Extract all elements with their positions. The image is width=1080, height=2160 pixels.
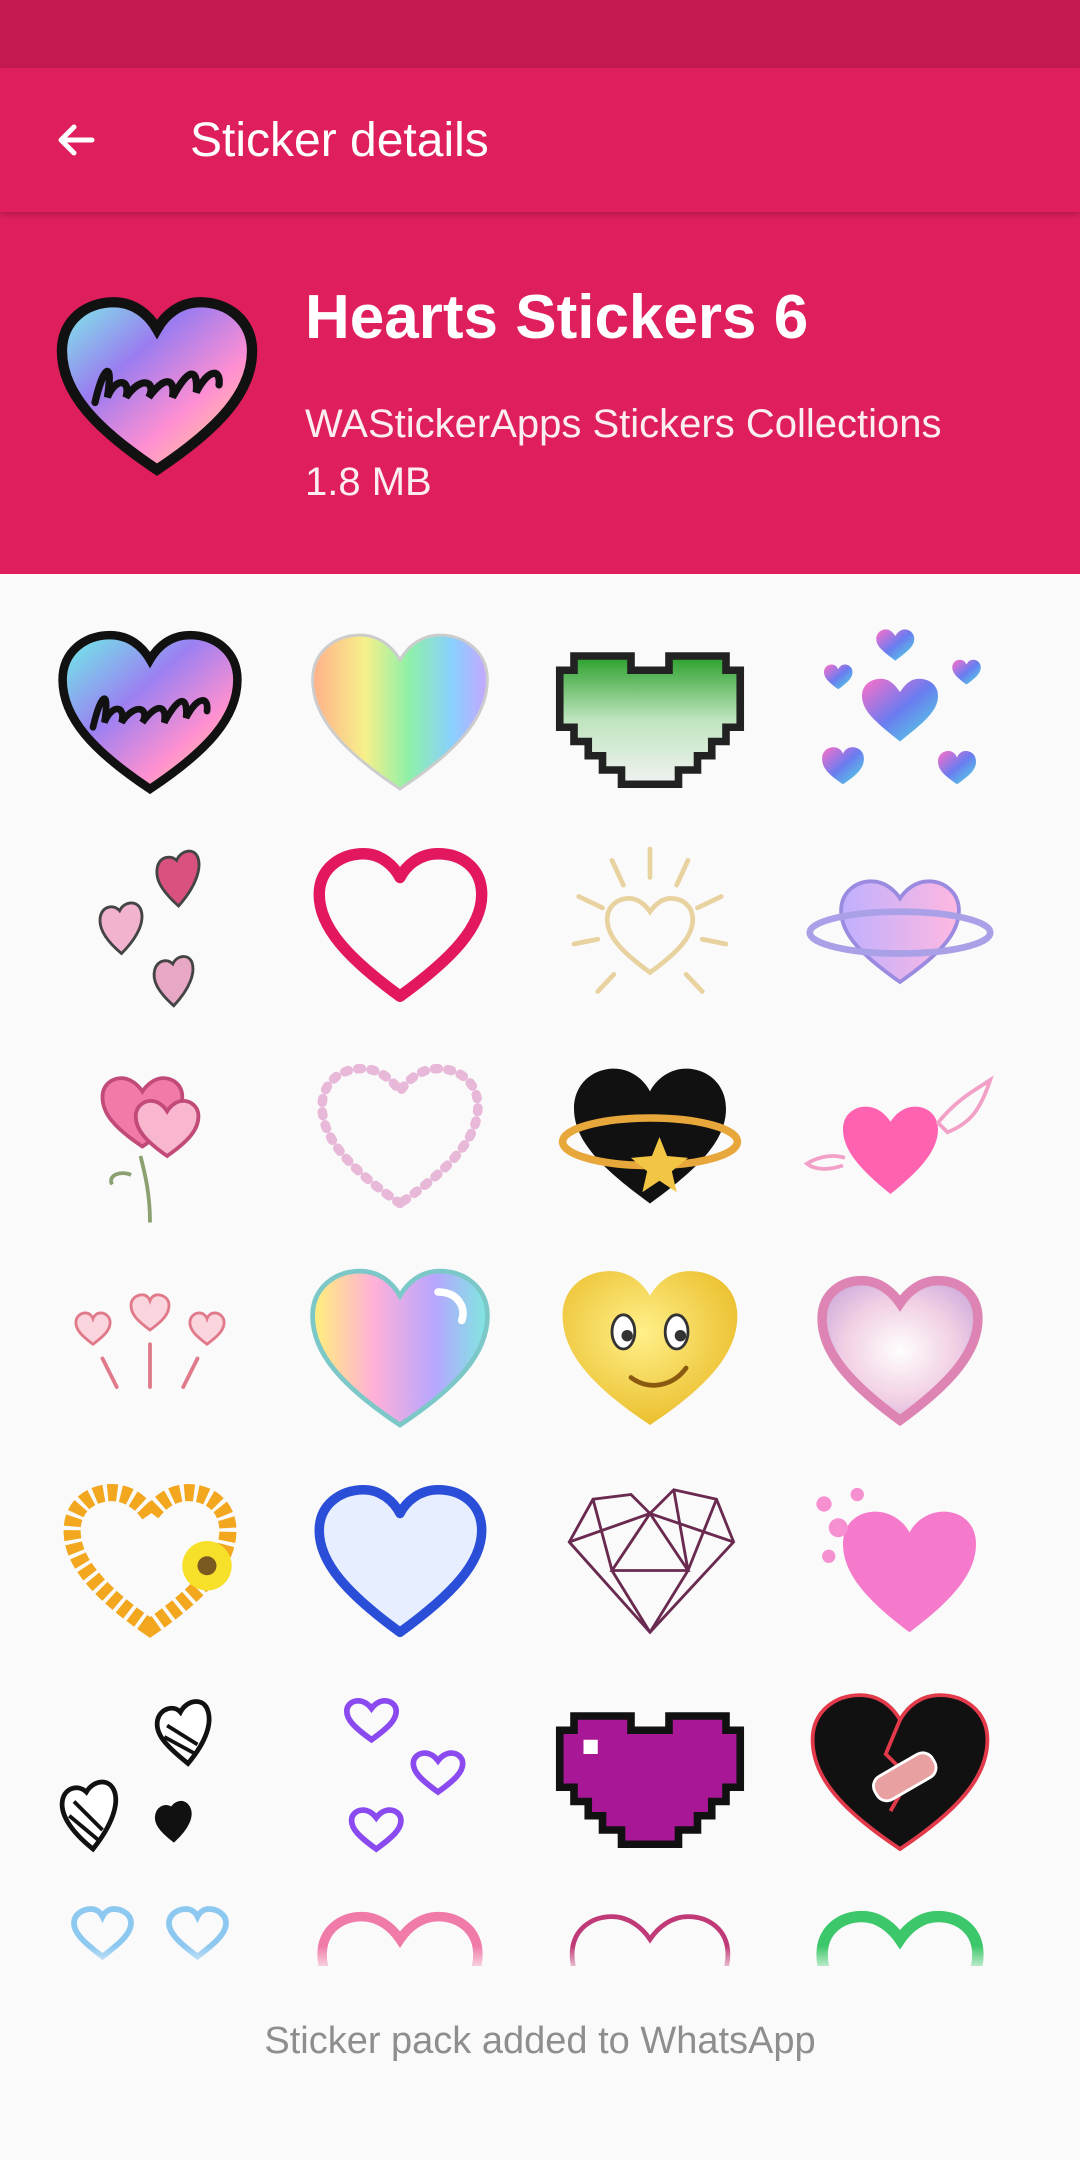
sticker-many-hearts[interactable]: [805, 1466, 995, 1656]
sticker-glitter-hearts[interactable]: [55, 830, 245, 1020]
sticker-smoke-heart[interactable]: [805, 1254, 995, 1444]
pack-name: Hearts Stickers 6: [305, 283, 809, 352]
sticker-galaxy-hearts[interactable]: [805, 618, 995, 808]
pack-publisher: WAStickerApps Stickers Collections: [305, 402, 942, 446]
sticker-sunflower-heart[interactable]: [55, 1466, 245, 1656]
sticker-scribble-hearts[interactable]: [55, 1678, 245, 1868]
arrow-back-icon: [58, 124, 95, 156]
sticker-winged-heart[interactable]: [803, 1042, 995, 1232]
sticker-planet-heart[interactable]: [805, 830, 995, 1020]
back-button[interactable]: [40, 104, 112, 176]
sticker-green-pixel-heart[interactable]: [555, 618, 745, 808]
sticker-dotted-heart[interactable]: [305, 1042, 495, 1232]
pack-header: Hearts Stickers 6 WAStickerApps Stickers…: [0, 212, 1080, 574]
sticker-outline-heart[interactable]: [305, 830, 495, 1020]
sticker-neon-purple-hearts[interactable]: [305, 1678, 495, 1868]
sticker-three-hearts[interactable]: [55, 1254, 245, 1444]
pack-added-status: Sticker pack added to WhatsApp: [264, 2020, 816, 2062]
sticker-black-heart-star[interactable]: [555, 1042, 745, 1232]
sticker-grid: [0, 618, 1080, 1966]
sticker-smiling-heart[interactable]: [555, 1254, 745, 1444]
sticker-heart-balloons[interactable]: [55, 1042, 245, 1232]
pack-tray-icon: [52, 294, 262, 480]
sticker-rainbow-heart[interactable]: [305, 618, 495, 808]
sticker-shining-heart[interactable]: [555, 830, 745, 1020]
sticker-magenta-pixel-heart[interactable]: [555, 1678, 745, 1868]
grid-fade: [0, 1946, 1080, 1976]
status-bar: [0, 0, 1080, 68]
pack-size: 1.8 MB: [305, 460, 432, 504]
sticker-love-heart[interactable]: [55, 618, 245, 808]
sticker-pastel-heart[interactable]: [305, 1254, 495, 1444]
sticker-geometric-heart[interactable]: [555, 1466, 745, 1656]
sticker-broken-heart-bandage[interactable]: [805, 1678, 995, 1868]
sticker-blue-heart[interactable]: [305, 1466, 495, 1656]
app-bar: Sticker details: [0, 68, 1080, 212]
page-title: Sticker details: [190, 114, 489, 167]
